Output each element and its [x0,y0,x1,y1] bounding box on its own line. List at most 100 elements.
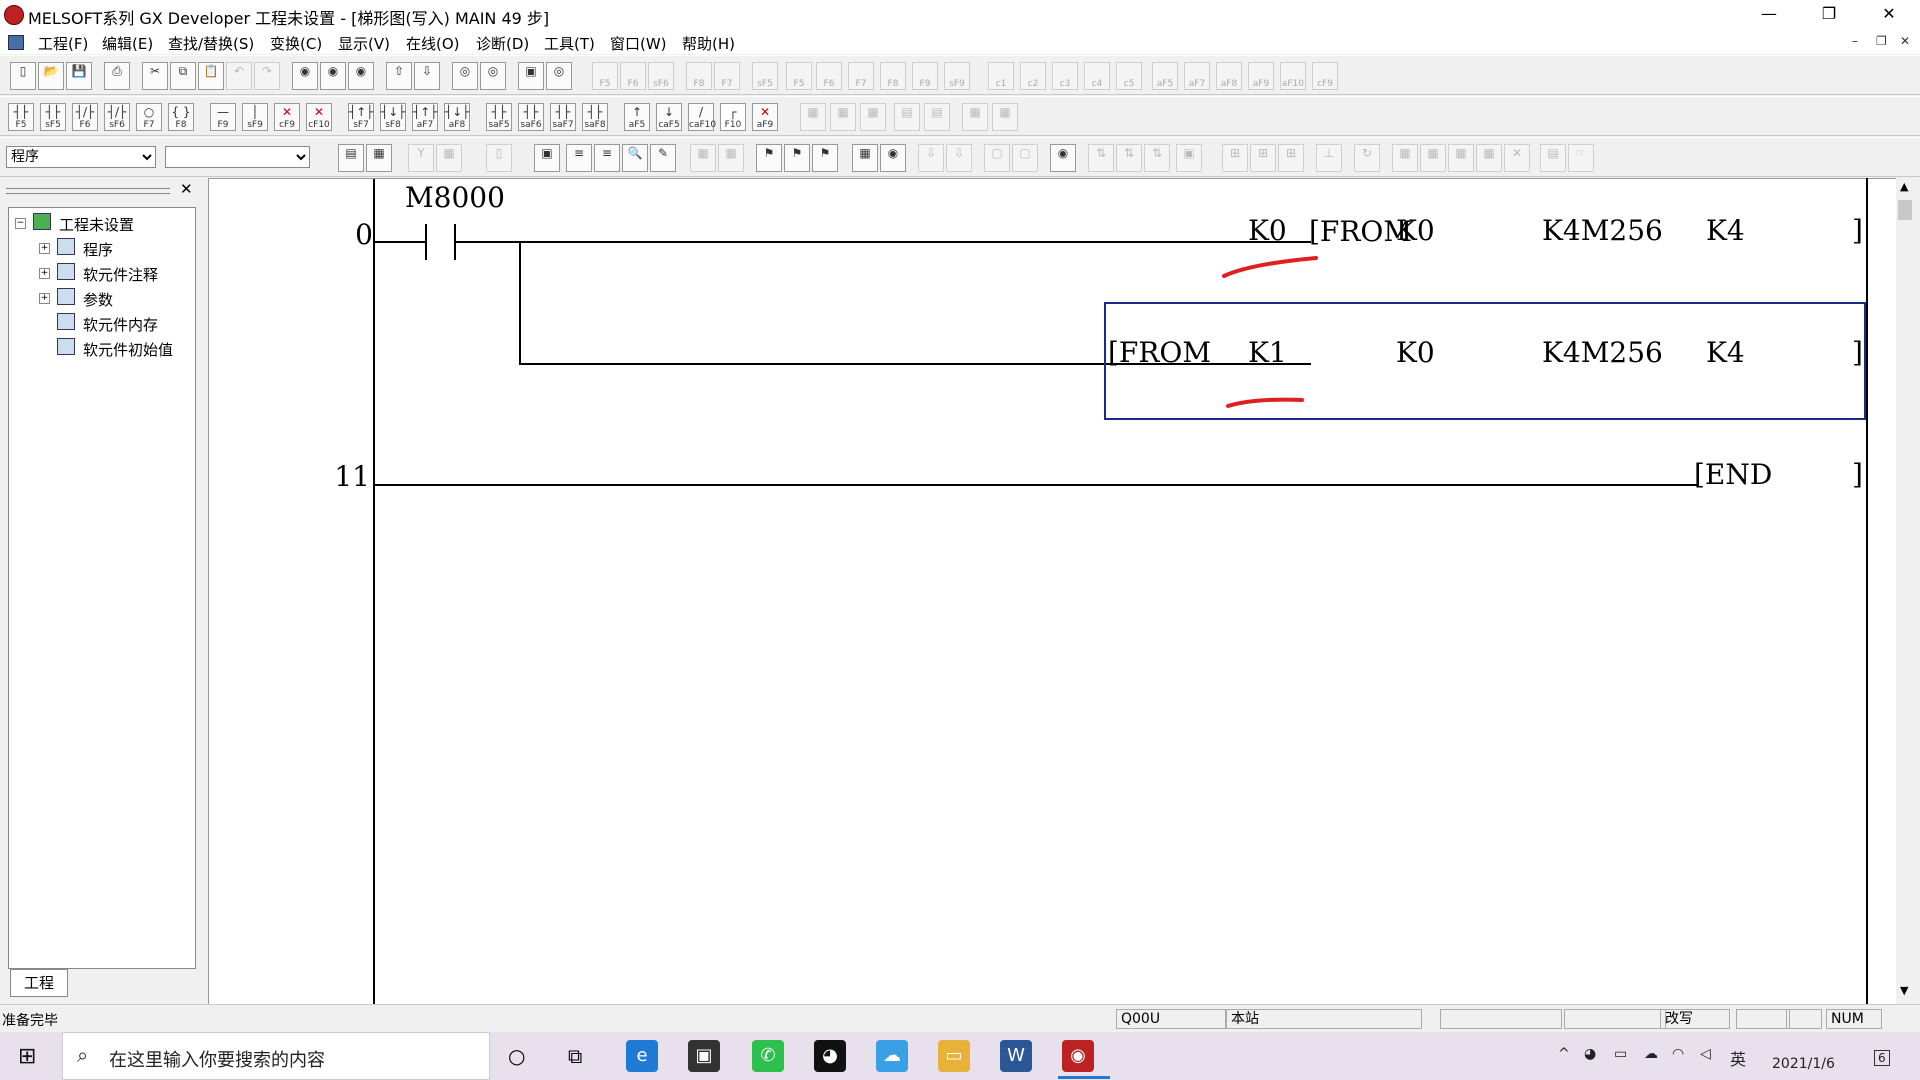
print-preview-icon[interactable]: ▤ [1540,144,1566,172]
redo-icon[interactable]: ↷ [254,62,280,90]
print-icon[interactable]: ⎙ [104,62,130,90]
menu-diagnostics[interactable]: 诊断(D) [476,33,529,54]
expand-icon[interactable]: + [39,293,50,304]
horizontal-line-icon[interactable]: — F9 [210,103,236,131]
toolbar-key[interactable]: aF8 [1216,62,1242,90]
toolbar-key[interactable]: F6 [620,62,646,90]
collapse-icon[interactable]: − [15,218,26,229]
sub-select[interactable] [165,146,310,168]
project-tab[interactable]: 工程 [10,969,68,997]
store-icon[interactable]: ▣ [688,1040,720,1072]
sfc-list-icon[interactable]: ▦ [436,144,462,172]
toolbar-key[interactable]: F8 [880,62,906,90]
toolbar-key[interactable]: F7 [848,62,874,90]
baidu-netdisk-icon[interactable]: ☁ [876,1040,908,1072]
operand-buffer[interactable]: K0 [1396,214,1435,247]
battery-icon[interactable]: ▭ [1614,1046,1627,1062]
mdi-minimize-button[interactable]: – [1852,34,1858,48]
vertical-line-icon[interactable]: │ sF9 [242,103,268,131]
expand-icon[interactable]: + [39,268,50,279]
coil-icon[interactable]: ○ F7 [136,103,162,131]
parallel-falling-not-icon[interactable]: ┤├ saF8 [582,103,608,131]
toolbar-key[interactable]: aF5 [1152,62,1178,90]
undo-icon[interactable]: ↶ [226,62,252,90]
new-file-icon[interactable]: ▯ [10,62,36,90]
menu-find-replace[interactable]: 查找/替换(S) [168,33,254,54]
trace-3-icon[interactable]: ⇅ [1144,144,1170,172]
menu-tools[interactable]: 工具(T) [544,33,595,54]
toolbar-key[interactable]: F5 [592,62,618,90]
toolbar-key[interactable]: aF10 [1280,62,1306,90]
tree-item-device-comment[interactable]: 软元件注释 [83,264,158,284]
onedrive-icon[interactable]: ☁ [1644,1046,1658,1062]
instruction-search-icon[interactable]: ◉ [320,62,346,90]
trace-icon[interactable]: ⇅ [1088,144,1114,172]
toolbar-key[interactable]: F8 [686,62,712,90]
sampling-icon[interactable]: ⊞ [1222,144,1248,172]
operand-count[interactable]: K4 [1706,214,1745,247]
monitor-start-icon[interactable]: ⚑ [756,144,782,172]
tree-item-program[interactable]: 程序 [83,239,113,259]
device-batch-icon[interactable]: ◎ [546,62,572,90]
menu-online[interactable]: 在线(O) [406,33,460,54]
app-icon[interactable] [4,5,24,25]
delete-vertical-line-icon[interactable]: ✕ cF10 [306,103,332,131]
simulation-stop-icon[interactable]: ▢ [1012,144,1038,172]
pane-close-icon[interactable]: ✕ [180,180,193,198]
task-view-icon[interactable]: ⧉ [568,1044,582,1068]
device-test-icon[interactable]: ▣ [518,62,544,90]
parallel-rising-not-icon[interactable]: ┤├ saF7 [550,103,576,131]
monitor-stop-icon[interactable]: ⚑ [784,144,810,172]
toolbar-key[interactable]: c4 [1084,62,1110,90]
insert-row-icon[interactable]: ▦ [800,103,826,131]
monitor-all-icon[interactable]: ⚑ [812,144,838,172]
scroll-up-icon[interactable]: ▲ [1900,180,1908,193]
toolbar-key[interactable]: c2 [1020,62,1046,90]
cortana-icon[interactable]: ○ [508,1044,525,1068]
parallel-rising-pulse-icon[interactable]: ┤↑├ aF7 [412,103,438,131]
draw-line-icon[interactable]: ┌ F10 [720,103,746,131]
operation-rising-icon[interactable]: ↑ aF5 [624,103,650,131]
toolbar-key[interactable]: aF7 [1184,62,1210,90]
file-explorer-icon[interactable]: ▭ [938,1040,970,1072]
monitor-icon[interactable]: ◎ [452,62,478,90]
menu-edit[interactable]: 编辑(E) [102,33,153,54]
word-icon[interactable]: W [1000,1040,1032,1072]
scroll-thumb[interactable] [1898,200,1912,220]
application-instruction-icon[interactable]: { } F8 [168,103,194,131]
string-search-icon[interactable]: ◉ [348,62,374,90]
comment-display-icon[interactable]: ▣ [534,144,560,172]
close-button[interactable]: ✕ [1866,0,1912,30]
project-data-list-icon[interactable]: ▤ [338,144,364,172]
save-icon[interactable]: 💾 [66,62,92,90]
operand-module[interactable]: K1 [1248,336,1287,369]
device-memory-icon[interactable]: ▣ [1176,144,1202,172]
partial-run-icon[interactable]: ⇩ [946,144,972,172]
mdi-restore-button[interactable]: ❐ [1876,34,1887,48]
tree-item-device-memory[interactable]: 软元件内存 [83,314,158,334]
ladder-logic-test-icon[interactable]: ◉ [1050,144,1076,172]
input-language[interactable]: 英 [1730,1046,1746,1070]
statement-display-icon[interactable]: ≡ [566,144,592,172]
parallel-open-contact-icon[interactable]: ┤├ sF5 [40,103,66,131]
device-batch-monitor-icon[interactable]: ▦ [852,144,878,172]
sampling-3-icon[interactable]: ⊞ [1278,144,1304,172]
toolbar-key[interactable]: c3 [1052,62,1078,90]
alias-display-icon[interactable]: ✎ [650,144,676,172]
closed-contact-icon[interactable]: ┤/├ F6 [72,103,98,131]
delete-line-icon[interactable]: ✕ aF9 [752,103,778,131]
note-display-icon[interactable]: ≡ [594,144,620,172]
refresh-icon[interactable]: ↻ [1354,144,1380,172]
parallel-closed-contact-icon[interactable]: ┤/├ sF6 [104,103,130,131]
insert-column-icon[interactable]: ▦ [860,103,886,131]
operand-module[interactable]: K0 [1248,214,1287,247]
toolbar-key[interactable]: F6 [816,62,842,90]
clock-date[interactable]: 2021/1/6 [1772,1056,1835,1072]
delete-row-icon[interactable]: ▦ [830,103,856,131]
toolbar-key[interactable]: c5 [1116,62,1142,90]
ladder-list-toggle-icon[interactable]: ▯ [486,144,512,172]
operand-buffer[interactable]: K0 [1396,336,1435,369]
plc-read-icon[interactable]: ⇩ [414,62,440,90]
monitor-write-icon[interactable]: ◎ [480,62,506,90]
document-icon[interactable] [8,35,24,50]
